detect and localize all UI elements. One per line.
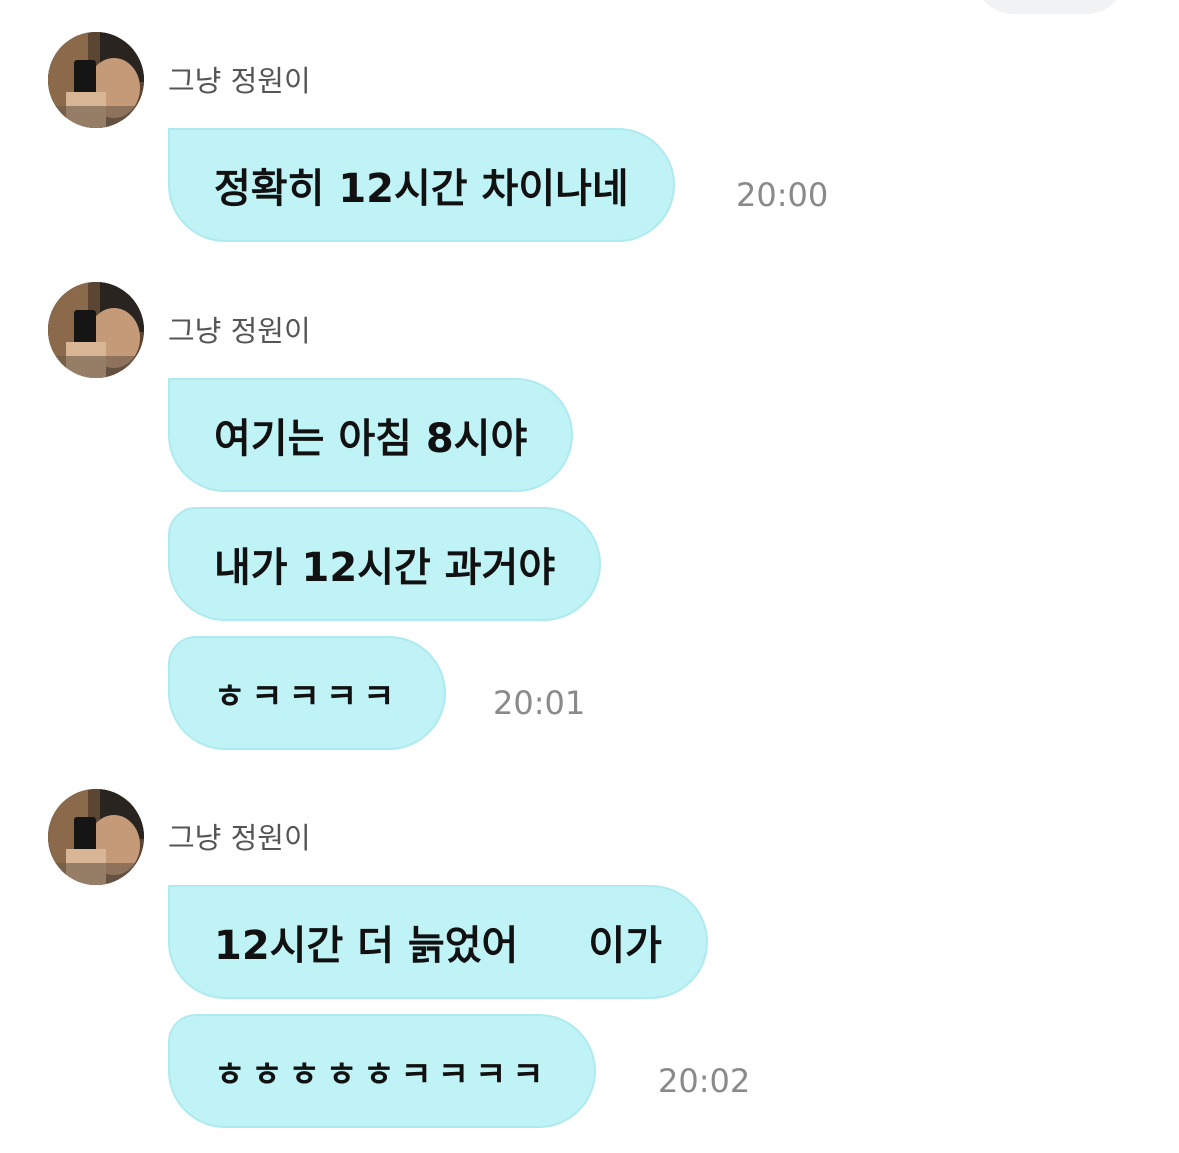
sender-name: 그냥 정원이: [168, 314, 311, 348]
message-text: ㅎㅎㅎㅎㅎㅋㅋㅋㅋ: [214, 1054, 550, 1095]
message-bubble[interactable]: 12시간 더 늙었어 이가: [168, 885, 708, 999]
message-bubble[interactable]: ㅎㅋㅋㅋㅋ: [168, 636, 447, 750]
profile-photo-icon: [48, 282, 144, 378]
sender-name: 그냥 정원이: [168, 821, 311, 855]
top-control-pill[interactable]: [975, 0, 1125, 14]
message-text-tail: 이가: [588, 923, 662, 969]
message-bubble[interactable]: 여기는 아침 8시야: [168, 378, 574, 492]
profile-photo-icon: [48, 32, 144, 128]
message-text: ㅎㅋㅋㅋㅋ: [214, 676, 401, 717]
chat-screen: 그냥 정원이 정확히 12시간 차이나네 20:00 그냥 정원이 여기는 아침…: [0, 0, 1179, 1153]
avatar[interactable]: [48, 789, 144, 885]
message-time: 20:01: [493, 684, 586, 722]
message-text: 내가 12시간 과거야: [214, 545, 556, 591]
sender-name: 그냥 정원이: [168, 64, 311, 98]
message-text: 12시간 더 늙었어: [214, 923, 519, 969]
message-time: 20:00: [736, 176, 829, 214]
avatar[interactable]: [48, 282, 144, 378]
message-text: 여기는 아침 8시야: [214, 416, 528, 462]
avatar[interactable]: [48, 32, 144, 128]
message-time: 20:02: [658, 1062, 751, 1100]
profile-photo-icon: [48, 789, 144, 885]
message-bubble[interactable]: 내가 12시간 과거야: [168, 507, 602, 621]
message-bubble[interactable]: ㅎㅎㅎㅎㅎㅋㅋㅋㅋ: [168, 1014, 596, 1128]
message-bubble[interactable]: 정확히 12시간 차이나네: [168, 128, 675, 242]
message-text: 정확히 12시간 차이나네: [214, 166, 629, 212]
